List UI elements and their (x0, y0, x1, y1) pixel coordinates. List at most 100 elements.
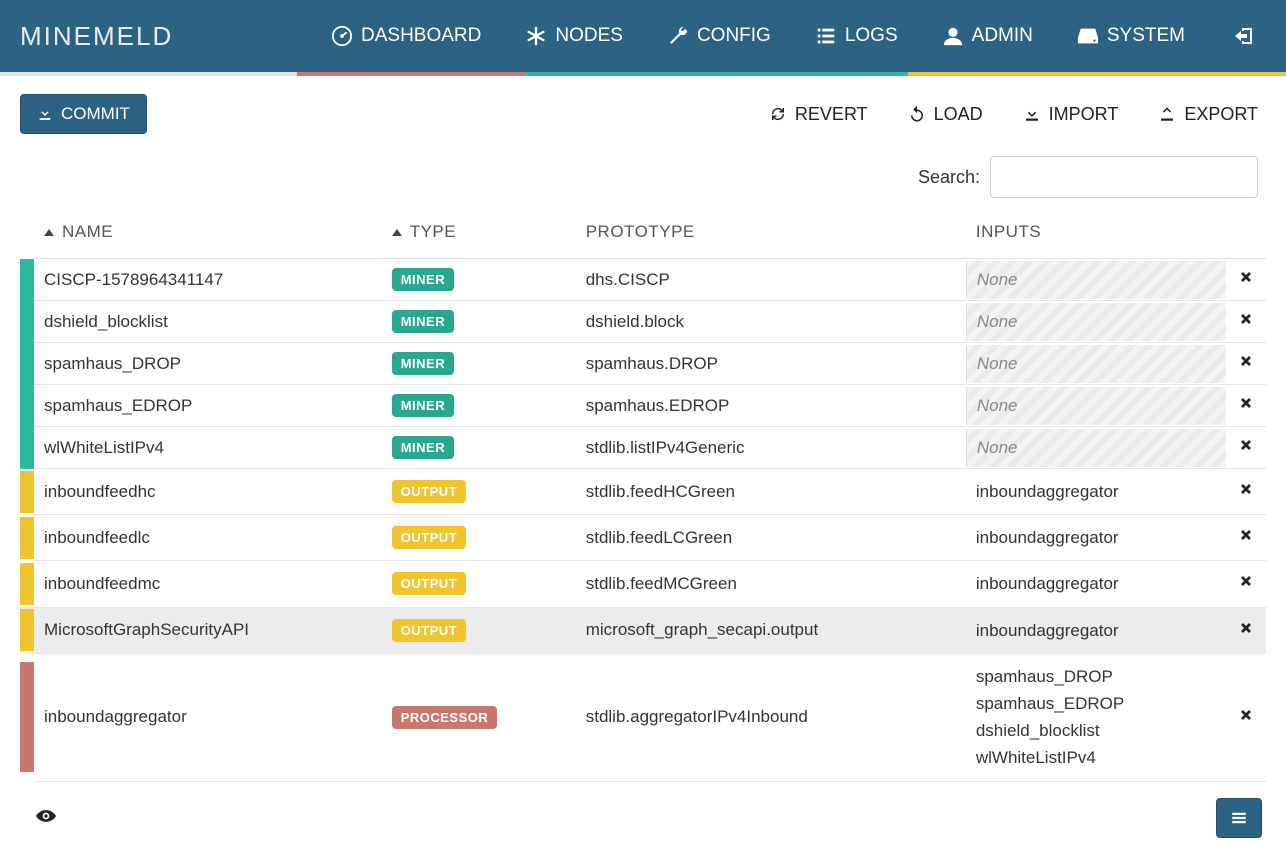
hdd-icon (1077, 25, 1099, 47)
cell-name: inboundfeedhc (34, 469, 382, 515)
type-stripe (20, 609, 34, 651)
refresh-icon (769, 105, 787, 123)
type-badge: MINER (392, 268, 454, 291)
cell-type: MINER (382, 427, 576, 469)
delete-row-button[interactable] (1238, 270, 1254, 289)
table-row[interactable]: inboundfeedhc OUTPUT stdlib.feedHCGreen … (20, 469, 1266, 515)
nav-logout[interactable] (1207, 0, 1266, 72)
cell-type: MINER (382, 259, 576, 301)
table-row[interactable]: inboundfeedmc OUTPUT stdlib.feedMCGreen … (20, 561, 1266, 607)
cell-name: wlWhiteListIPv4 (34, 427, 382, 469)
nav-nodes[interactable]: NODES (503, 0, 645, 72)
col-prototype[interactable]: PROTOTYPE (576, 210, 966, 259)
col-inputs[interactable]: INPUTS (966, 210, 1226, 259)
nav-logs-label: LOGS (845, 25, 898, 47)
load-label: LOAD (934, 104, 983, 125)
commit-button[interactable]: COMMIT (20, 94, 147, 134)
table-row[interactable]: inboundfeedlc OUTPUT stdlib.feedLCGreen … (20, 515, 1266, 561)
list-icon (815, 25, 837, 47)
delete-row-button[interactable] (1238, 482, 1254, 501)
cell-inputs: inboundaggregator (966, 561, 1226, 607)
table-row[interactable]: dshield_blocklist MINER dshield.block No… (20, 301, 1266, 343)
actions-menu-button[interactable] (1216, 798, 1262, 838)
inputs-list: inboundaggregator (976, 617, 1216, 644)
col-type[interactable]: TYPE (382, 210, 576, 259)
type-badge: MINER (392, 394, 454, 417)
footer (0, 782, 1286, 852)
type-stripe (20, 301, 34, 343)
cell-inputs: inboundaggregator (966, 469, 1226, 515)
inputs-list: inboundaggregator (976, 524, 1216, 551)
type-badge: MINER (392, 310, 454, 333)
delete-row-button[interactable] (1238, 354, 1254, 373)
dashboard-icon (331, 25, 353, 47)
cell-type: OUTPUT (382, 607, 576, 653)
user-icon (942, 25, 964, 47)
type-badge: MINER (392, 352, 454, 375)
type-stripe (20, 385, 34, 427)
delete-row-button[interactable] (1238, 708, 1254, 727)
cell-type: MINER (382, 301, 576, 343)
delete-row-button[interactable] (1238, 438, 1254, 457)
nav-dashboard[interactable]: DASHBOARD (309, 0, 503, 72)
cell-inputs: None (966, 301, 1226, 343)
search-input[interactable] (990, 156, 1258, 198)
col-name[interactable]: NAME (34, 210, 382, 259)
nav-config[interactable]: CONFIG (645, 0, 793, 72)
asterisk-icon (525, 25, 547, 47)
delete-row-button[interactable] (1238, 396, 1254, 415)
cell-prototype: spamhaus.EDROP (576, 385, 966, 427)
export-button[interactable]: EXPORT (1158, 104, 1258, 125)
cell-prototype: microsoft_graph_secapi.output (576, 607, 966, 653)
inputs-list: inboundaggregator (976, 478, 1216, 505)
cell-type: MINER (382, 343, 576, 385)
load-button[interactable]: LOAD (908, 104, 983, 125)
cell-inputs: inboundaggregator (966, 607, 1226, 653)
type-badge: PROCESSOR (392, 706, 498, 729)
cell-prototype: stdlib.feedMCGreen (576, 561, 966, 607)
wrench-icon (667, 25, 689, 47)
type-stripe (20, 343, 34, 385)
cell-name: MicrosoftGraphSecurityAPI (34, 607, 382, 653)
delete-row-button[interactable] (1238, 574, 1254, 593)
import-button[interactable]: IMPORT (1023, 104, 1119, 125)
type-badge: OUTPUT (392, 480, 466, 503)
nav-admin[interactable]: ADMIN (920, 0, 1055, 72)
table-row[interactable]: CISCP-1578964341147 MINER dhs.CISCP None (20, 259, 1266, 301)
visibility-toggle[interactable] (34, 806, 58, 829)
revert-button[interactable]: REVERT (769, 104, 868, 125)
inputs-none: None (966, 261, 1226, 299)
cell-name: inboundfeedmc (34, 561, 382, 607)
reload-icon (908, 105, 926, 123)
cell-inputs: None (966, 385, 1226, 427)
cell-type: OUTPUT (382, 515, 576, 561)
type-stripe (20, 427, 34, 469)
commit-label: COMMIT (61, 104, 130, 124)
table-row[interactable]: MicrosoftGraphSecurityAPI OUTPUT microso… (20, 607, 1266, 653)
table-row[interactable]: inboundaggregator PROCESSOR stdlib.aggre… (20, 653, 1266, 781)
cell-inputs: inboundaggregator (966, 515, 1226, 561)
nav-dashboard-label: DASHBOARD (361, 25, 481, 47)
type-stripe (20, 259, 34, 301)
inputs-none: None (966, 345, 1226, 383)
search-label: Search: (918, 167, 980, 188)
cell-name: inboundaggregator (34, 653, 382, 781)
nav-system-label: SYSTEM (1107, 25, 1185, 47)
cell-prototype: stdlib.listIPv4Generic (576, 427, 966, 469)
sort-asc-icon (44, 229, 54, 236)
brand[interactable]: MINEMELD (20, 21, 173, 52)
nav-logs[interactable]: LOGS (793, 0, 920, 72)
table-row[interactable]: wlWhiteListIPv4 MINER stdlib.listIPv4Gen… (20, 427, 1266, 469)
nav-system[interactable]: SYSTEM (1055, 0, 1207, 72)
cell-name: dshield_blocklist (34, 301, 382, 343)
delete-row-button[interactable] (1238, 621, 1254, 640)
export-icon (1158, 105, 1176, 123)
table-row[interactable]: spamhaus_DROP MINER spamhaus.DROP None (20, 343, 1266, 385)
type-badge: OUTPUT (392, 526, 466, 549)
navbar: MINEMELD DASHBOARD NODES CONFIG LOGS ADM… (0, 0, 1286, 72)
cell-prototype: dshield.block (576, 301, 966, 343)
nav-admin-label: ADMIN (972, 25, 1033, 47)
delete-row-button[interactable] (1238, 312, 1254, 331)
delete-row-button[interactable] (1238, 528, 1254, 547)
table-row[interactable]: spamhaus_EDROP MINER spamhaus.EDROP None (20, 385, 1266, 427)
